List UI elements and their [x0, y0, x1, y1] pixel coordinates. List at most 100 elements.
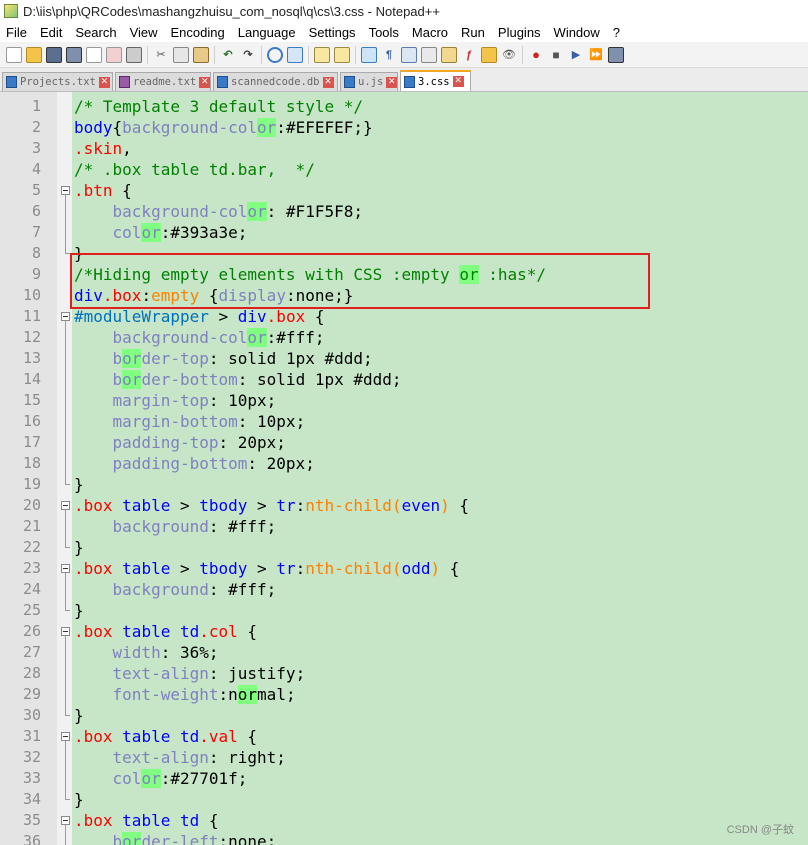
- line-number: 29: [22, 685, 41, 703]
- code-token: .val: [199, 727, 238, 746]
- code-line: 23 .box table > tbody > tr:nth-child(odd)…: [0, 558, 808, 579]
- code-token: :: [160, 769, 171, 788]
- new-file-icon[interactable]: [6, 46, 22, 63]
- folder-workspace-icon[interactable]: [481, 46, 497, 63]
- menu-item[interactable]: Run: [455, 25, 492, 40]
- fold-end-mark: [65, 547, 70, 548]
- word-wrap-icon[interactable]: [361, 46, 377, 63]
- code-token: }: [74, 790, 84, 809]
- print-icon[interactable]: [126, 46, 142, 63]
- code-token: .box: [74, 727, 113, 746]
- save-icon[interactable]: [46, 46, 62, 63]
- open-file-icon[interactable]: [26, 46, 42, 63]
- fold-toggle-icon[interactable]: [61, 186, 70, 195]
- code-token: b: [112, 832, 123, 845]
- code-token: ;}: [353, 118, 373, 137]
- close-tab-icon[interactable]: ✕: [322, 76, 334, 88]
- menu-item[interactable]: Plugins: [492, 25, 548, 40]
- tab-u-js[interactable]: u.js ✕: [340, 72, 398, 91]
- tab-readme-txt[interactable]: readme.txt ✕: [115, 72, 211, 91]
- code-token: ;: [285, 685, 296, 704]
- code-token: :: [208, 349, 229, 368]
- save-all-icon[interactable]: [66, 46, 82, 63]
- code-token: table: [122, 622, 171, 641]
- close-tab-icon[interactable]: ✕: [386, 76, 397, 88]
- code-token: :: [266, 202, 286, 221]
- menu-item[interactable]: Search: [69, 25, 123, 40]
- code-token: }: [74, 601, 84, 620]
- code-line: 20 .box table > tbody > tr:nth-child(even…: [0, 495, 808, 516]
- code-token: ): [440, 496, 450, 515]
- indent-guide-icon[interactable]: [401, 46, 417, 63]
- fold-toggle-icon[interactable]: [61, 312, 70, 321]
- menu-item[interactable]: File: [0, 25, 34, 40]
- record-macro-icon[interactable]: ●: [528, 47, 544, 63]
- code-token: b: [112, 370, 123, 389]
- run-macro-multiple-icon[interactable]: ⏩: [588, 47, 604, 63]
- tab-label: readme.txt: [133, 76, 197, 88]
- fold-toggle-icon[interactable]: [61, 564, 70, 573]
- code-line: 28 text-align: justify;: [0, 663, 808, 684]
- stop-recording-icon[interactable]: ■: [548, 47, 564, 63]
- monitoring-icon[interactable]: 👁: [501, 47, 517, 63]
- redo-icon[interactable]: ↷: [240, 47, 256, 63]
- close-tab-icon[interactable]: ✕: [452, 76, 464, 87]
- code-token: :: [237, 412, 258, 431]
- line-number: 33: [22, 769, 41, 787]
- undo-icon[interactable]: ↶: [220, 47, 236, 63]
- menu-item[interactable]: Language: [232, 25, 303, 40]
- close-tab-icon[interactable]: ✕: [98, 76, 110, 88]
- code-token: or: [459, 265, 479, 284]
- tab-projects-txt[interactable]: Projects.txt ✕: [2, 72, 113, 91]
- menu-item[interactable]: Settings: [303, 25, 363, 40]
- close-tab-icon[interactable]: ✕: [199, 76, 210, 88]
- user-language-icon[interactable]: [421, 46, 437, 63]
- copy-icon[interactable]: [173, 46, 189, 63]
- close-file-icon[interactable]: [86, 46, 102, 63]
- fold-toggle-icon[interactable]: [61, 816, 70, 825]
- menu-item[interactable]: View: [124, 25, 165, 40]
- file-icon: [119, 76, 130, 88]
- code-line: 8}: [0, 243, 808, 264]
- save-macro-icon[interactable]: [608, 46, 624, 63]
- show-all-characters-icon[interactable]: ¶: [381, 47, 397, 63]
- fold-toggle-icon[interactable]: [61, 732, 70, 741]
- code-token: text-align: [112, 664, 209, 683]
- replace-icon[interactable]: [287, 46, 303, 63]
- tab-scannedcode-db[interactable]: scannedcode.db ✕: [213, 72, 338, 91]
- find-icon[interactable]: [267, 46, 283, 63]
- play-macro-icon[interactable]: ▶: [568, 47, 584, 63]
- close-all-icon[interactable]: [106, 46, 122, 63]
- fold-toggle-icon[interactable]: [61, 501, 70, 510]
- paste-icon[interactable]: [193, 46, 209, 63]
- code-token: background-col: [122, 118, 258, 137]
- code-line: 6 background-color: #F1F5F8;: [0, 201, 808, 222]
- document-map-icon[interactable]: [441, 46, 457, 63]
- code-token: :: [266, 328, 277, 347]
- code-token: :: [285, 286, 296, 305]
- tab-bar: Projects.txt ✕ readme.txt ✕ scannedcode.…: [0, 68, 808, 92]
- fold-toggle-icon[interactable]: [61, 627, 70, 636]
- menu-item[interactable]: Encoding: [165, 25, 232, 40]
- zoom-out-icon[interactable]: [334, 46, 350, 63]
- code-text: }: [74, 537, 84, 558]
- menu-item[interactable]: ?: [607, 25, 627, 40]
- code-editor[interactable]: 1/* Template 3 default style */2 body{bac…: [0, 92, 808, 845]
- menu-item[interactable]: Window: [548, 25, 607, 40]
- menu-item[interactable]: Edit: [34, 25, 69, 40]
- tab-3-css[interactable]: 3.css ✕: [400, 70, 471, 91]
- function-list-icon[interactable]: ƒ: [461, 47, 477, 63]
- code-token: mal: [257, 685, 286, 704]
- zoom-in-icon[interactable]: [314, 46, 330, 63]
- code-line: 22}: [0, 537, 808, 558]
- line-number: 5: [31, 181, 41, 199]
- code-token: ;}: [334, 286, 354, 305]
- menu-item[interactable]: Macro: [406, 25, 455, 40]
- menu-item[interactable]: Tools: [363, 25, 406, 40]
- cut-icon[interactable]: ✂: [153, 47, 169, 63]
- code-token: ;: [391, 370, 402, 389]
- code-line: 26 .box table td.col {: [0, 621, 808, 642]
